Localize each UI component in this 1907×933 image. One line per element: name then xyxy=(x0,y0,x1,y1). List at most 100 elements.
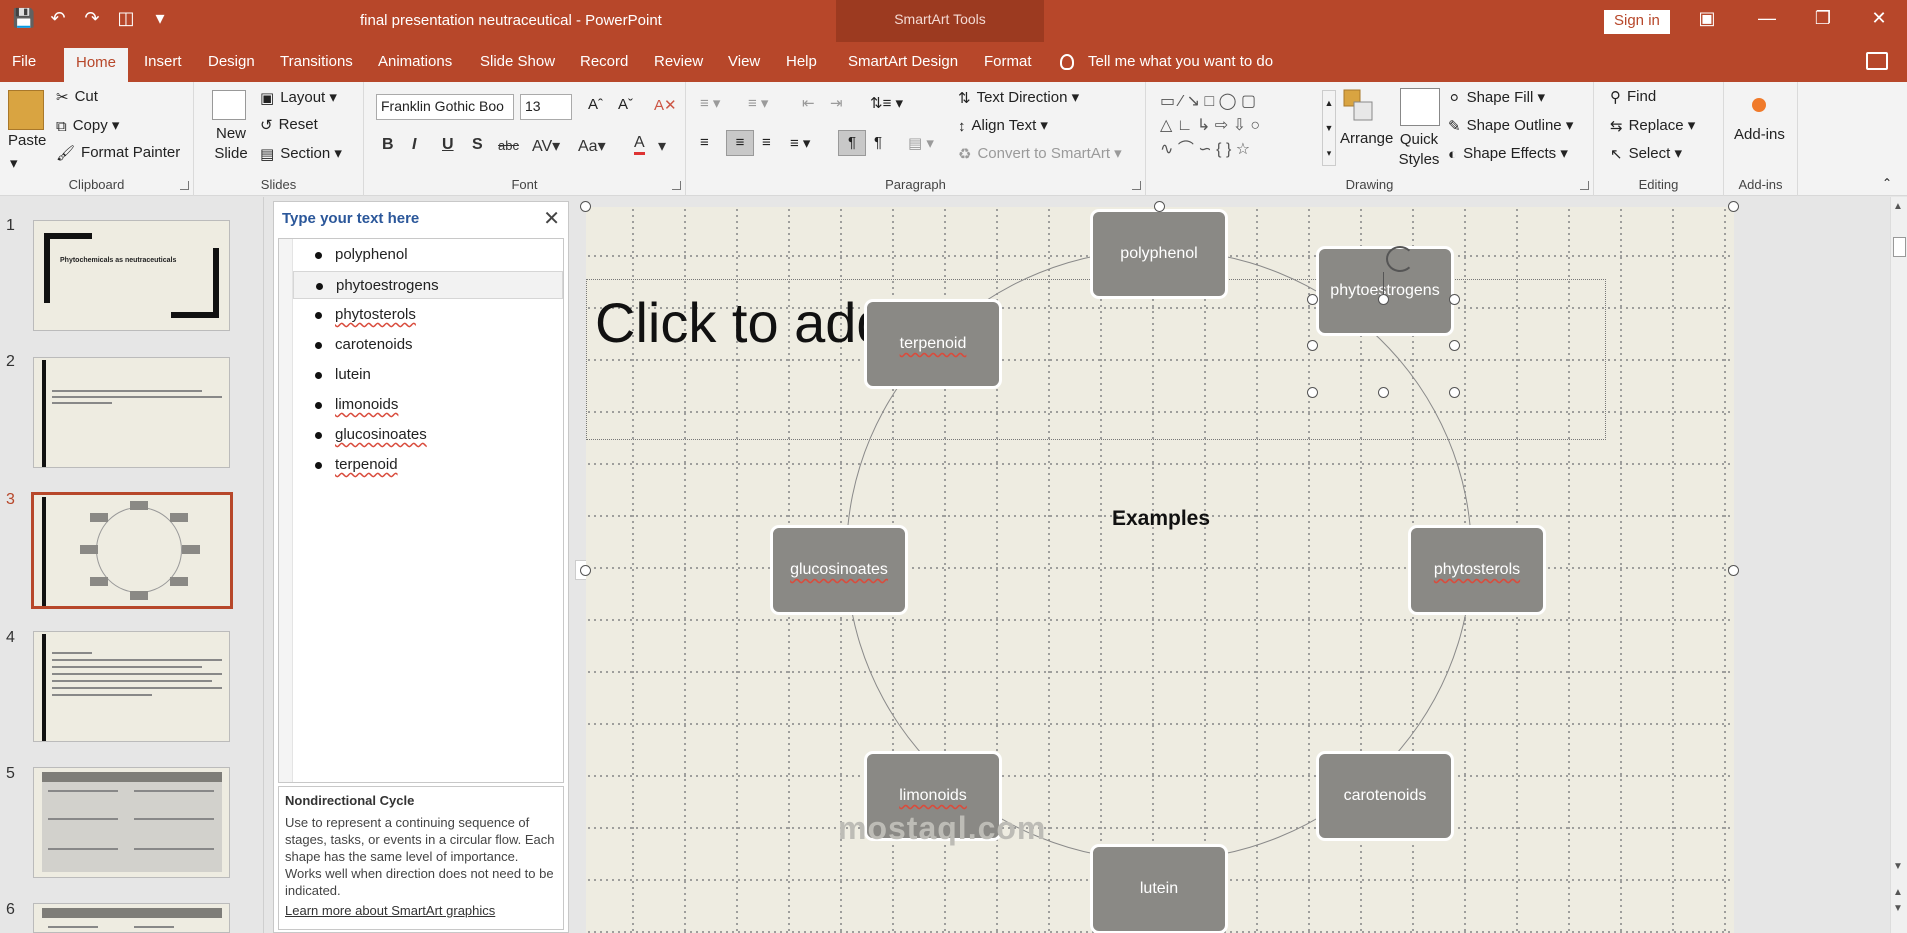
list-item[interactable]: polyphenol xyxy=(293,241,563,269)
addins-icon[interactable] xyxy=(1752,98,1766,112)
format-painter-button[interactable]: 🖌 Format Painter xyxy=(56,144,180,162)
justify-icon[interactable]: ≡ ▾ xyxy=(790,134,810,152)
rotate-handle-icon[interactable] xyxy=(1386,246,1414,272)
font-name-dropdown[interactable]: Franklin Gothic Boo xyxy=(376,94,514,120)
clipboard-launcher-icon[interactable] xyxy=(180,181,189,190)
resize-handle[interactable] xyxy=(1728,565,1739,576)
resize-handle[interactable] xyxy=(1728,201,1739,212)
scroll-thumb[interactable] xyxy=(1893,237,1906,257)
slide-thumbnail-1[interactable]: Phytochemicals as neutraceuticals xyxy=(33,220,230,331)
section-button[interactable]: ▤ Section ▾ xyxy=(260,144,342,163)
shape-outline-button[interactable]: ✎ Shape Outline ▾ xyxy=(1448,116,1573,135)
scroll-up-icon[interactable]: ▲ xyxy=(1893,201,1903,212)
smartart-node-carotenoids[interactable]: carotenoids xyxy=(1316,751,1454,841)
underline-icon[interactable]: U xyxy=(442,136,454,154)
new-slide-icon[interactable] xyxy=(212,90,246,120)
tab-smartart-design[interactable]: SmartArt Design xyxy=(836,42,970,82)
shape-fill-button[interactable]: ⚪ Shape Fill ▾ xyxy=(1448,88,1545,107)
arrange-icon[interactable] xyxy=(1340,88,1380,126)
ribbon-display-options-icon[interactable]: ▣ xyxy=(1692,8,1722,29)
list-item[interactable]: limonoids xyxy=(293,391,563,419)
rtl-icon[interactable]: ¶ xyxy=(874,134,882,151)
tell-me-search[interactable]: Tell me what you want to do xyxy=(1060,42,1273,82)
slide-thumbnail-2[interactable] xyxy=(33,357,230,468)
restore-icon[interactable]: ❐ xyxy=(1808,8,1838,29)
minimize-icon[interactable]: — xyxy=(1752,8,1782,29)
customize-qat-icon[interactable]: ▾ xyxy=(148,8,172,29)
resize-handle[interactable] xyxy=(580,565,591,576)
align-center-icon[interactable]: ≡ xyxy=(726,130,754,156)
addins-button[interactable]: Add-ins xyxy=(1734,126,1785,143)
list-item[interactable]: phytosterols xyxy=(293,301,563,329)
smartart-node-polyphenol[interactable]: polyphenol xyxy=(1090,209,1228,299)
ltr-icon[interactable]: ¶ xyxy=(838,130,866,156)
paste-dropdown-icon[interactable]: ▾ xyxy=(10,154,18,172)
align-right-icon[interactable]: ≡ xyxy=(762,134,771,151)
node-resize-handle[interactable] xyxy=(1307,387,1318,398)
tab-help[interactable]: Help xyxy=(774,42,829,82)
font-color-icon[interactable]: A xyxy=(634,134,645,155)
cut-button[interactable]: ✂ Cut xyxy=(56,88,98,106)
list-item[interactable]: glucosinoates xyxy=(293,421,563,449)
font-size-dropdown[interactable]: 13 xyxy=(520,94,572,120)
shapes-scroll-icon[interactable]: ▲ ▼ ▾ xyxy=(1322,90,1336,166)
bullet-list[interactable]: polyphenol phytoestrogens phytosterols c… xyxy=(278,238,564,783)
node-resize-handle[interactable] xyxy=(1378,387,1389,398)
tab-home[interactable]: Home xyxy=(64,48,129,82)
scroll-down-icon[interactable]: ▼ xyxy=(1893,861,1903,872)
close-window-icon[interactable]: ✕ xyxy=(1864,8,1894,29)
resize-handle[interactable] xyxy=(1154,201,1165,212)
slide-thumbnail-5[interactable] xyxy=(33,767,230,878)
shapes-gallery[interactable]: ▭ ∕ ↘ □ ◯ ▢ △ ∟ ↳ ⇨ ⇩ ○ ∿ ⌒ ∽ { } ☆ xyxy=(1160,90,1320,166)
new-slide-button[interactable]: New Slide xyxy=(206,124,256,164)
bullets-icon[interactable]: ≡ ▾ xyxy=(700,94,720,112)
align-left-icon[interactable]: ≡ xyxy=(700,134,709,151)
save-icon[interactable]: 💾 xyxy=(12,8,36,29)
italic-icon[interactable]: I xyxy=(412,136,416,154)
increase-font-icon[interactable]: Aˆ xyxy=(588,96,603,113)
node-resize-handle[interactable] xyxy=(1449,387,1460,398)
tab-review[interactable]: Review xyxy=(642,42,715,82)
node-resize-handle[interactable] xyxy=(1307,294,1318,305)
font-color-dropdown-icon[interactable]: ▾ xyxy=(658,136,666,156)
tab-transitions[interactable]: Transitions xyxy=(268,42,365,82)
decrease-indent-icon[interactable]: ⇤ xyxy=(802,94,815,112)
list-item[interactable]: terpenoid xyxy=(293,451,563,479)
tab-slide-show[interactable]: Slide Show xyxy=(468,42,567,82)
convert-to-smartart-button[interactable]: ♻ Convert to SmartArt ▾ xyxy=(958,144,1122,163)
vertical-scrollbar[interactable]: ▲ ▼ ▲ ▼ xyxy=(1890,197,1907,933)
tab-view[interactable]: View xyxy=(716,42,772,82)
paste-icon[interactable] xyxy=(8,90,44,130)
arrange-button[interactable]: Arrange xyxy=(1340,130,1393,147)
shape-effects-button[interactable]: ◐ Shape Effects ▾ xyxy=(1448,144,1568,163)
node-resize-handle[interactable] xyxy=(1449,294,1460,305)
slide-thumbnail-3[interactable] xyxy=(31,492,233,609)
redo-icon[interactable]: ↷ xyxy=(80,8,104,29)
node-resize-handle[interactable] xyxy=(1378,294,1389,305)
center-label[interactable]: Examples xyxy=(1106,507,1216,531)
reset-button[interactable]: ↺ Reset xyxy=(260,116,318,134)
collapse-ribbon-icon[interactable]: ⌃ xyxy=(1882,176,1892,190)
tab-insert[interactable]: Insert xyxy=(132,42,194,82)
align-text-button[interactable]: ↕ Align Text ▾ xyxy=(958,116,1048,135)
next-slide-icon[interactable]: ▼ xyxy=(1893,903,1903,914)
node-resize-handle[interactable] xyxy=(1449,340,1460,351)
slide-thumbnail-6[interactable] xyxy=(33,903,230,933)
undo-icon[interactable]: ↶ xyxy=(46,8,70,29)
tab-design[interactable]: Design xyxy=(196,42,267,82)
smartart-node-lutein[interactable]: lutein xyxy=(1090,844,1228,933)
tab-animations[interactable]: Animations xyxy=(366,42,464,82)
list-item[interactable]: lutein xyxy=(293,361,563,389)
smartart-node-phytoestrogens[interactable]: phytoestrogens xyxy=(1316,246,1454,336)
tab-record[interactable]: Record xyxy=(568,42,640,82)
decrease-font-icon[interactable]: Aˇ xyxy=(618,96,633,113)
comments-icon[interactable] xyxy=(1866,52,1888,70)
present-from-start-icon[interactable]: ◫ xyxy=(114,8,138,29)
copy-button[interactable]: ⧉ Copy ▾ xyxy=(56,116,119,135)
font-launcher-icon[interactable] xyxy=(672,181,681,190)
quick-styles-button[interactable]: Quick Styles xyxy=(1390,130,1448,170)
smartart-node-terpenoid[interactable]: terpenoid xyxy=(864,299,1002,389)
learn-more-link[interactable]: Learn more about SmartArt graphics xyxy=(285,903,557,918)
tab-format[interactable]: Format xyxy=(972,42,1044,82)
strikethrough-icon[interactable]: abc xyxy=(498,138,519,153)
